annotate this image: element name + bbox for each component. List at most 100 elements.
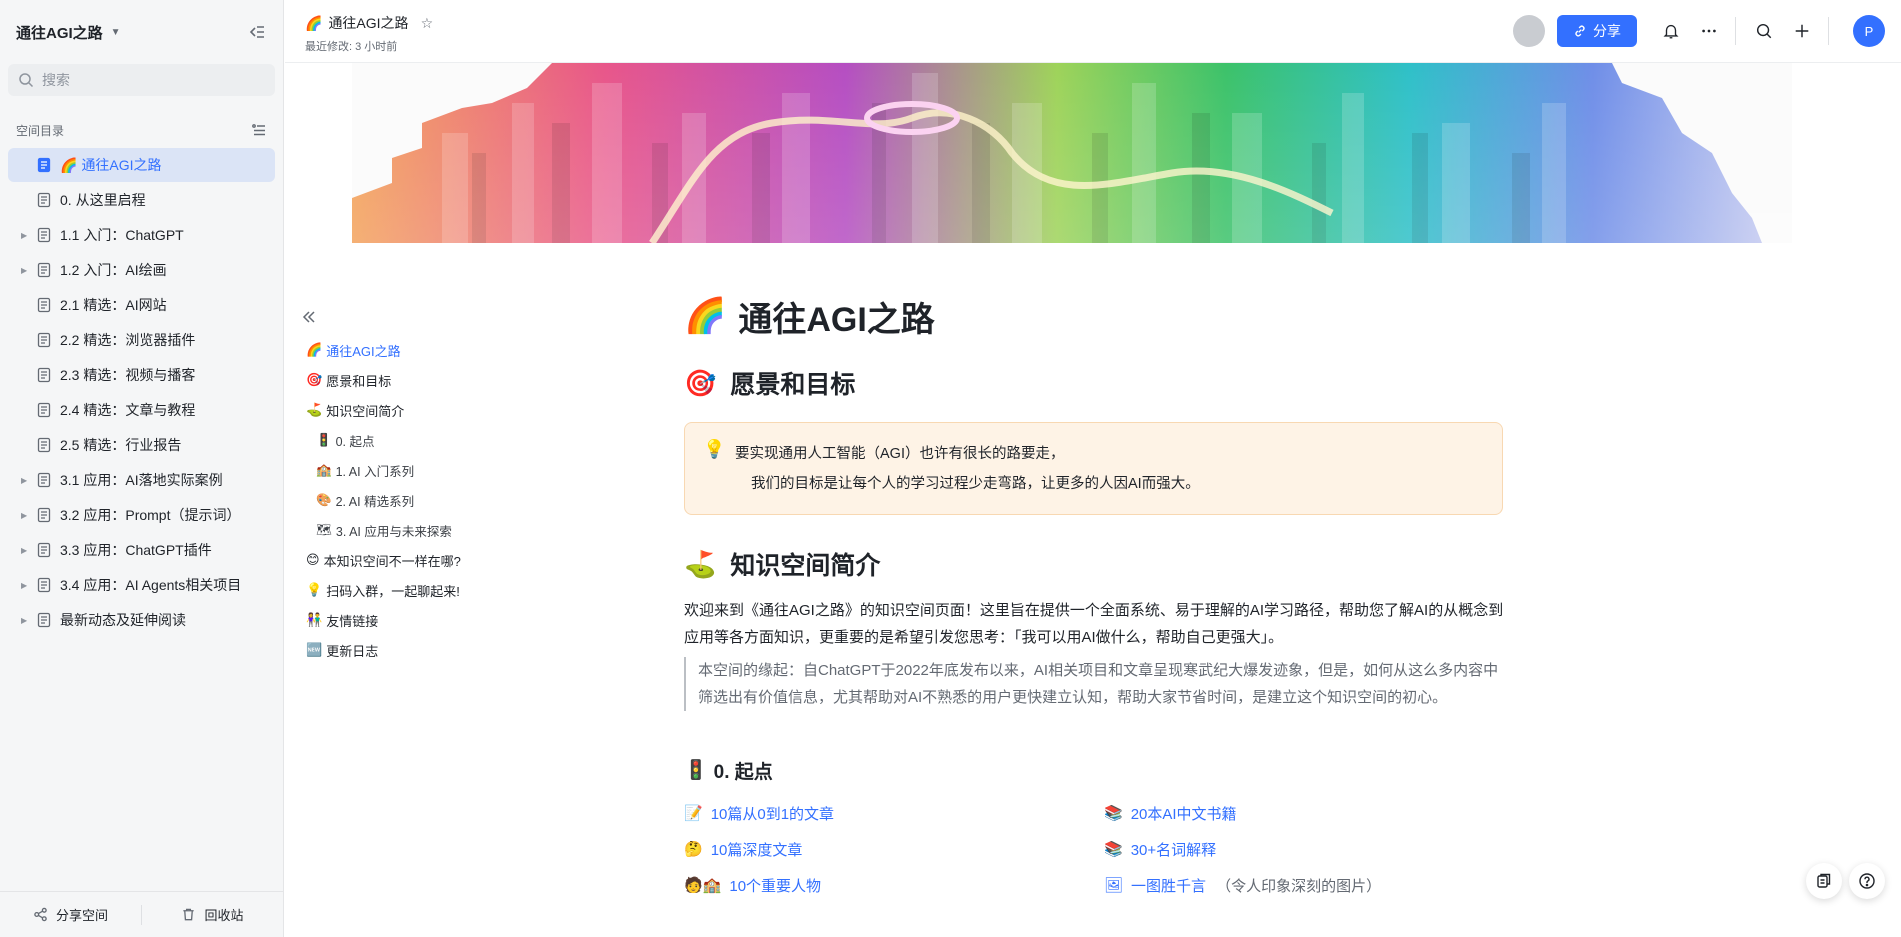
sidebar-item[interactable]: ▶ 3.3 应用：ChatGPT插件 [8, 533, 275, 567]
outline-item-label: 更新日志 [326, 643, 379, 659]
page-tree: 🌈 通往AGI之路 0. 从这里启程 ▶ 1.1 入门：ChatGPT ▶ 1.2 入门：A… [0, 148, 283, 637]
start-link-text[interactable]: 30+名词解释 [1131, 839, 1216, 860]
document-title: 🌈 通往AGI之路 ☆ [305, 13, 433, 33]
target-icon: 🎯 [684, 367, 717, 398]
outline-item[interactable]: ⛳ 知识空间简介 [306, 395, 626, 425]
expand-arrow-icon[interactable]: ▶ [21, 581, 27, 590]
outline-item-label: 本知识空间不一样在哪? [323, 553, 461, 569]
star-icon[interactable]: ☆ [421, 15, 434, 32]
expand-arrow-icon[interactable]: ▶ [21, 546, 27, 555]
sidebar-item-label: 3.2 应用：Prompt（提示词） [60, 507, 241, 523]
outline-collapse-icon[interactable] [300, 308, 318, 326]
document-info-button[interactable] [1806, 863, 1842, 899]
sidebar-item[interactable]: 2.5 精选：行业报告 [8, 428, 275, 462]
document-icon [36, 262, 52, 278]
expand-arrow-icon[interactable]: ▶ [21, 616, 27, 625]
sidebar-item[interactable]: 🌈 通往AGI之路 [8, 148, 275, 182]
outline-item[interactable]: 🎨 2. AI 精选系列 [306, 485, 626, 515]
start-link-text[interactable]: 10篇深度文章 [711, 839, 803, 860]
golf-flag-icon: ⛳ [684, 548, 717, 579]
sidebar-item[interactable]: ▶ 1.2 入门：AI绘画 [8, 253, 275, 287]
help-button[interactable] [1849, 863, 1885, 899]
search-icon[interactable] [1754, 21, 1774, 41]
search-input[interactable]: 搜索 [8, 64, 275, 96]
outline-item[interactable]: 🏫 1. AI 入门系列 [306, 455, 626, 485]
space-title[interactable]: 通往AGI之路 [16, 22, 103, 43]
document-title-text[interactable]: 通往AGI之路 [328, 13, 408, 33]
start-link-text[interactable]: 一图胜千言 [1131, 875, 1206, 896]
start-link-text[interactable]: 10篇从0到1的文章 [711, 803, 834, 824]
plus-icon[interactable] [1792, 21, 1812, 41]
outline-item[interactable]: 🚦 0. 起点 [306, 425, 626, 455]
outline-item[interactable]: 🗺 3. AI 应用与未来探索 [306, 515, 626, 545]
document-icon [36, 612, 52, 628]
sidebar-item-label: 1.2 入门：AI绘画 [60, 262, 167, 278]
cover-banner [352, 63, 1792, 243]
outline-item[interactable]: 💡 扫码入群，一起聊起来! [306, 575, 626, 605]
sidebar-item[interactable]: 2.3 精选：视频与播客 [8, 358, 275, 392]
outline-item-label: 扫码入群，一起聊起来! [326, 583, 460, 599]
callout-line-1: 要实现通用人工智能（AGI）也许有很长的路要走， [735, 446, 1065, 462]
help-icon [1859, 873, 1875, 889]
intro-paragraph: 欢迎来到《通往AGI之路》的知识空间页面！这里旨在提供一个全面系统、易于理解的A… [684, 602, 1504, 646]
user-avatar[interactable]: P [1853, 15, 1885, 47]
start-link[interactable]: 📚 20本AI中文书籍 [1104, 799, 1524, 827]
document-icon [36, 227, 52, 243]
intro-heading-text: 知识空间简介 [730, 552, 881, 580]
collapse-sidebar-icon[interactable] [247, 22, 267, 42]
sidebar-footer: 分享空间 回收站 [0, 891, 283, 937]
link-emoji-icon: 🧑🏫 [684, 877, 722, 894]
traffic-light-icon: 🚦 [684, 760, 708, 781]
sidebar-item-label: 通往AGI之路 [81, 157, 162, 173]
sidebar-item[interactable]: 2.2 精选：浏览器插件 [8, 323, 275, 357]
document-icon [36, 472, 52, 488]
outline-item-icon: 😊 [306, 552, 320, 567]
directory-menu-icon[interactable] [251, 122, 267, 138]
expand-arrow-icon[interactable]: ▶ [21, 511, 27, 520]
start-link-text[interactable]: 20本AI中文书籍 [1131, 803, 1237, 824]
start-link-text[interactable]: 10个重要人物 [729, 875, 821, 896]
lightbulb-icon: 💡 [703, 439, 726, 459]
sidebar-item[interactable]: ▶ 1.1 入门：ChatGPT [8, 218, 275, 252]
sidebar-item[interactable]: ▶ 最新动态及延伸阅读 [8, 603, 275, 637]
outline-item-icon: ⛳ [306, 402, 323, 417]
start-link[interactable]: 📚 30+名词解释 [1104, 835, 1524, 863]
link-emoji-icon: 📚 [1104, 805, 1123, 822]
document-icon [36, 542, 52, 558]
link-emoji-icon: 📚 [1104, 841, 1123, 858]
bell-icon[interactable] [1661, 21, 1681, 41]
outline-item[interactable]: 🆕 更新日志 [306, 635, 626, 665]
outline-item-icon: 🎯 [306, 372, 323, 387]
share-button[interactable]: 分享 [1557, 15, 1637, 47]
expand-arrow-icon[interactable]: ▶ [21, 266, 27, 275]
link-emoji-icon: 🤔 [684, 841, 703, 858]
sidebar-item[interactable]: ▶ 3.2 应用：Prompt（提示词） [8, 498, 275, 532]
recycle-bin-button[interactable]: 回收站 [142, 905, 283, 924]
more-icon[interactable] [1699, 21, 1719, 41]
start-link[interactable]: 🖼 一图胜千言 （令人印象深刻的图片） [1104, 871, 1524, 899]
start-link[interactable]: 📝 10篇从0到1的文章 [684, 799, 1104, 827]
start-heading-text: 0. 起点 [713, 761, 773, 783]
outline-item-icon: 🏫 [316, 462, 332, 477]
share-space-button[interactable]: 分享空间 [0, 905, 141, 924]
top-bar: 🌈 通往AGI之路 ☆ 最近修改: 3 小时前 分享 P [285, 0, 1901, 63]
start-link[interactable]: 🤔 10篇深度文章 [684, 835, 1104, 863]
sidebar-item[interactable]: 2.1 精选：AI网站 [8, 288, 275, 322]
sidebar-item[interactable]: ▶ 3.4 应用：AI Agents相关项目 [8, 568, 275, 602]
vision-heading-text: 愿景和目标 [730, 371, 856, 399]
sidebar-item[interactable]: ▶ 3.1 应用：AI落地实际案例 [8, 463, 275, 497]
start-link[interactable]: 🧑🏫 10个重要人物 [684, 871, 1104, 899]
expand-arrow-icon[interactable]: ▶ [21, 231, 27, 240]
collaborator-avatar[interactable] [1513, 15, 1545, 47]
expand-arrow-icon[interactable]: ▶ [21, 476, 27, 485]
sidebar-item-label: 2.3 精选：视频与播客 [60, 367, 196, 383]
sidebar-item[interactable]: 2.4 精选：文章与教程 [8, 393, 275, 427]
start-heading: 🚦 0. 起点 [684, 755, 1504, 785]
outline-item-icon: 🚦 [316, 432, 332, 447]
outline-item[interactable]: 🎯 愿景和目标 [306, 365, 626, 395]
chevron-down-icon[interactable]: ▼ [111, 27, 121, 38]
outline-item[interactable]: 👫 友情链接 [306, 605, 626, 635]
outline-item[interactable]: 🌈 通往AGI之路 [306, 335, 626, 365]
sidebar-item[interactable]: 0. 从这里启程 [8, 183, 275, 217]
outline-item[interactable]: 😊 本知识空间不一样在哪? [306, 545, 626, 575]
